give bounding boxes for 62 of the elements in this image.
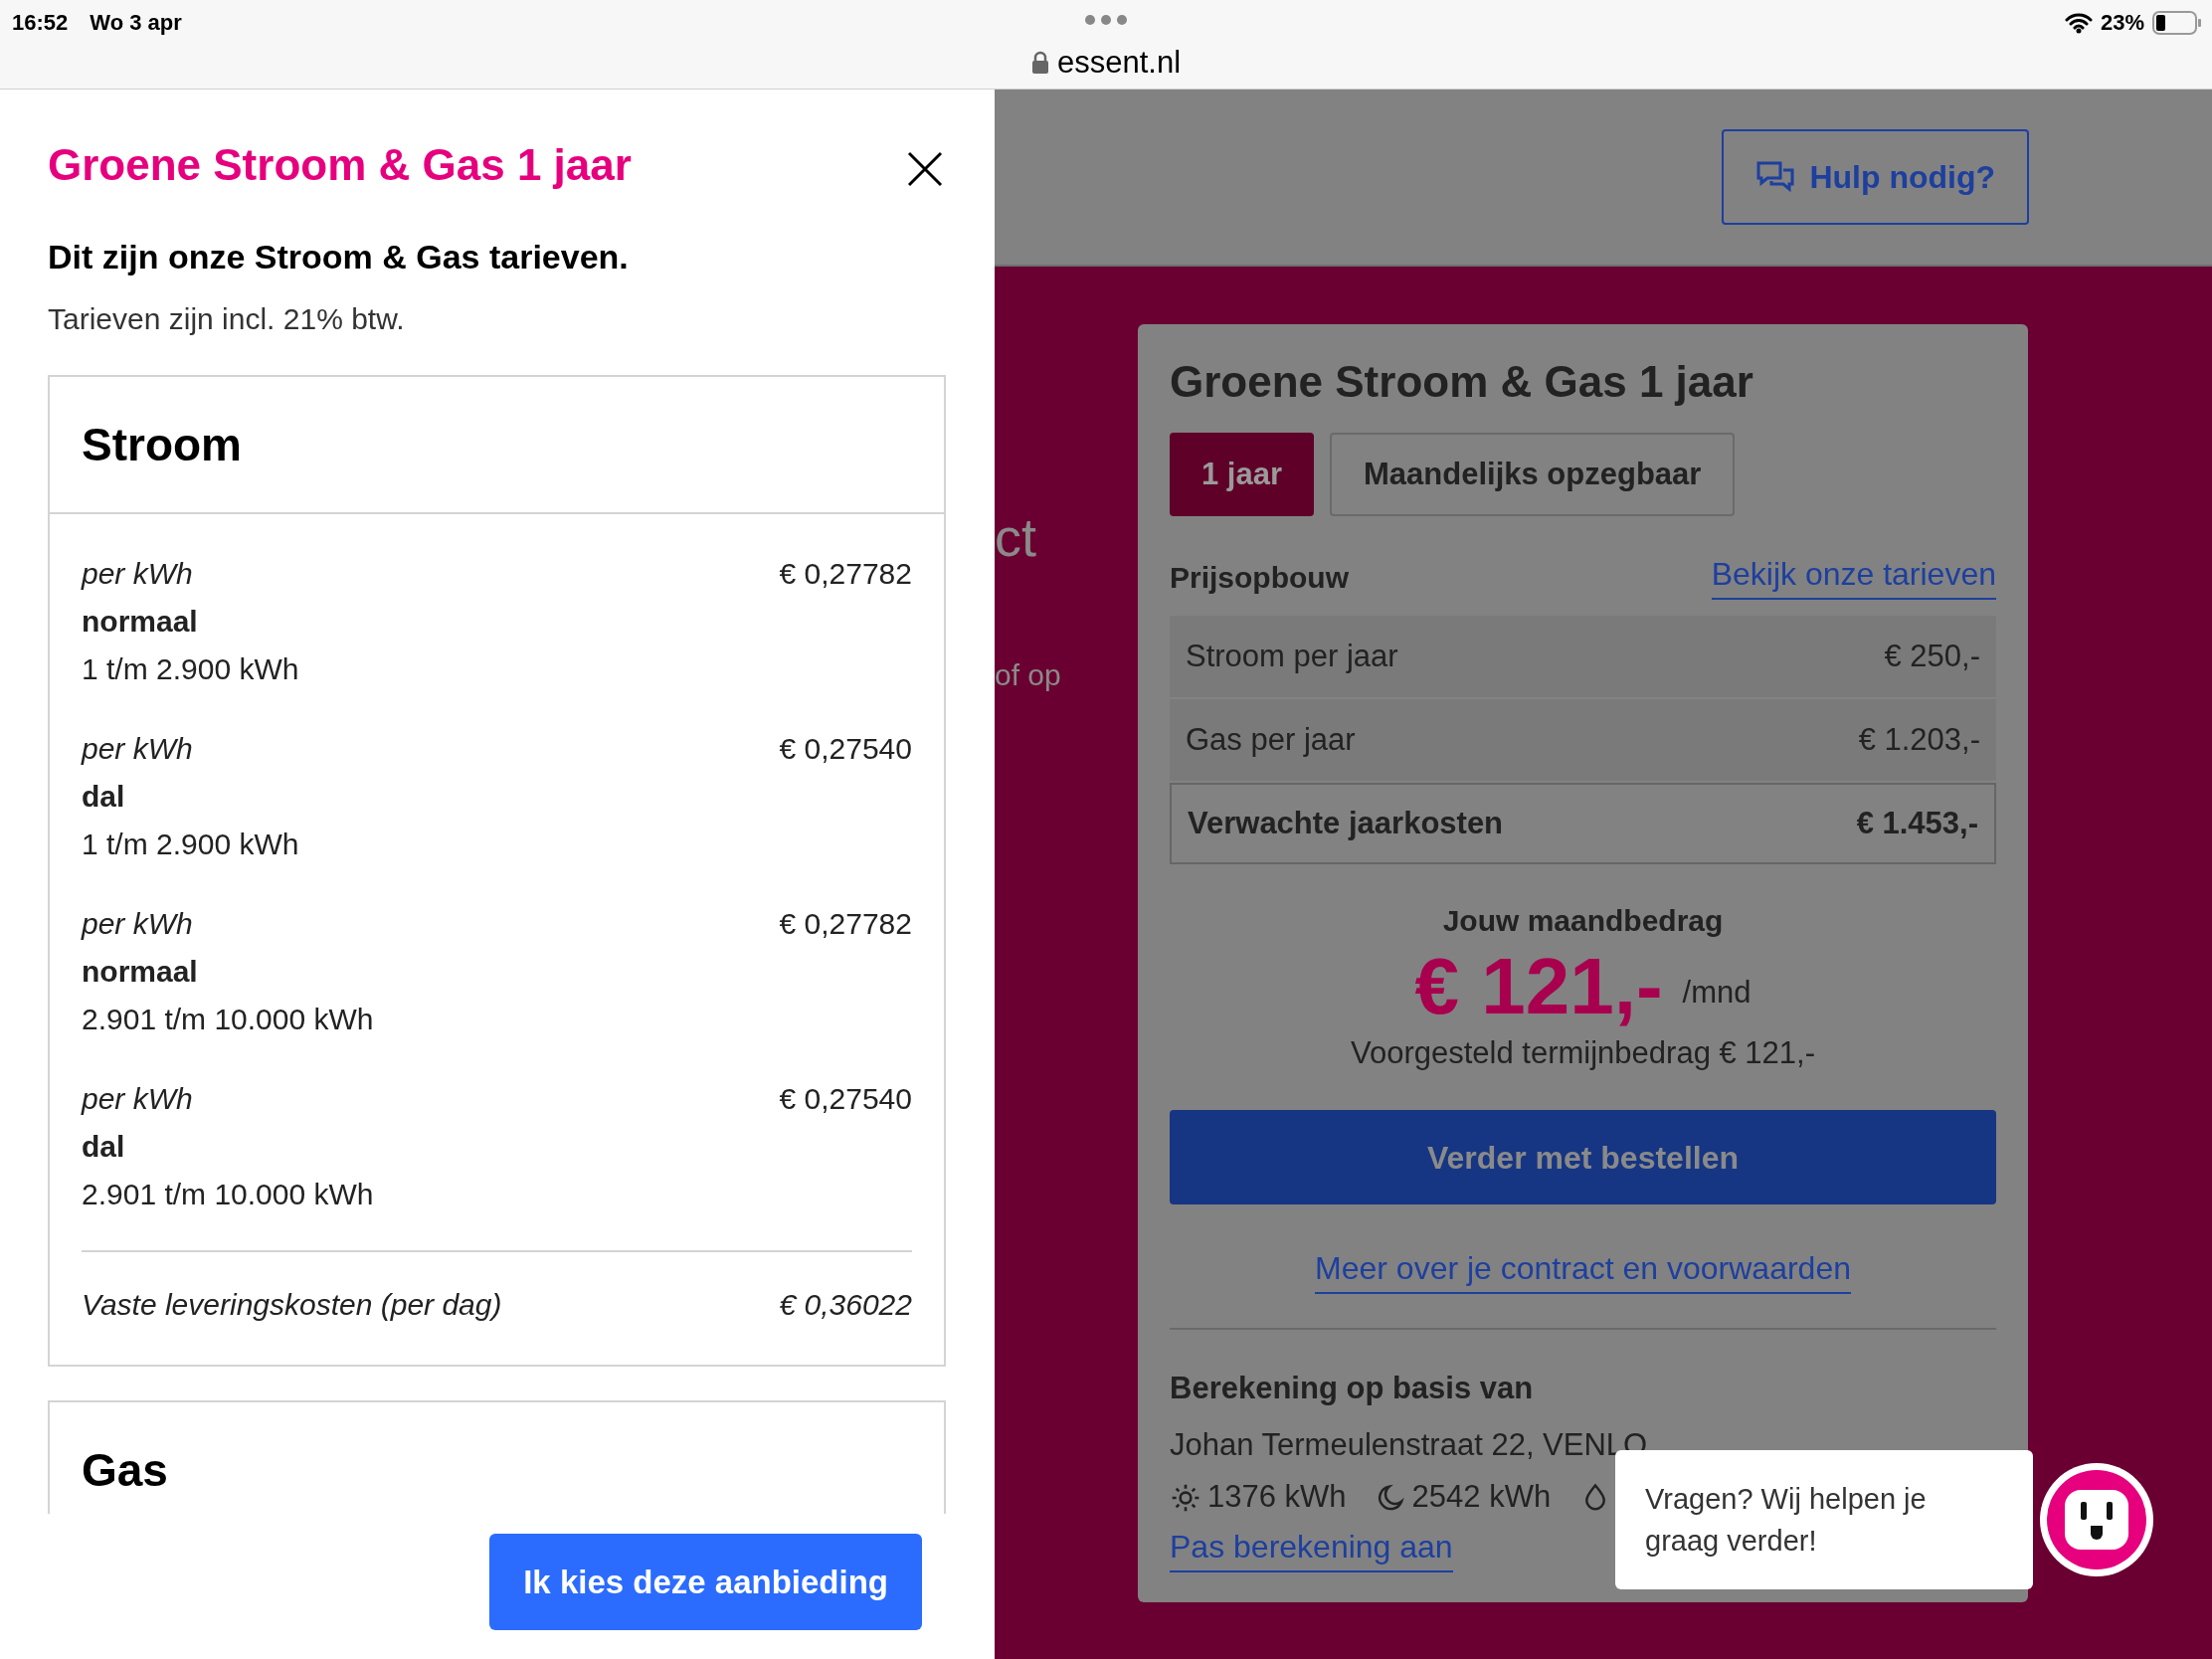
rate-price: € 0,27782 (779, 556, 912, 593)
drawer-title: Groene Stroom & Gas 1 jaar (48, 139, 632, 191)
more-dots-icon[interactable] (1084, 14, 1128, 26)
tariffs-link[interactable]: Bekijk onze tarieven (1711, 549, 1996, 600)
calc-title: Berekening op basis van (1170, 1370, 1534, 1408)
fixed-cost-price: € 0,36022 (779, 1287, 912, 1324)
row-label: Gas per jaar (1186, 720, 1356, 759)
row-value: € 1.203,- (1858, 720, 1980, 759)
rate-unit: per kWh (82, 556, 194, 593)
rate-price: € 0,27540 (779, 1081, 912, 1118)
suggested-amount: Voorgesteld termijnbedrag € 121,- (1351, 1033, 1815, 1072)
battery-percent: 23% (2100, 9, 2144, 37)
wifi-icon (2064, 11, 2093, 34)
rate-type: normaal (82, 604, 199, 641)
usage-value: 2542 kWh (1411, 1478, 1552, 1517)
outlet-mascot-icon[interactable] (2037, 1460, 2156, 1579)
status-date: Wo 3 apr (90, 9, 182, 37)
usage-value: 1376 kWh (1207, 1478, 1347, 1517)
section-title: Stroom (82, 417, 243, 472)
rate-unit: per kWh (82, 906, 194, 943)
hero-text: of op (995, 657, 1061, 693)
tariff-heading: Dit zijn onze Stroom & Gas tarieven. (48, 236, 630, 277)
close-button[interactable] (905, 149, 945, 189)
url-text[interactable]: essent.nl (1056, 40, 1182, 87)
contract-link[interactable]: Meer over je contract en voorwaarden (1315, 1244, 1851, 1295)
chat-bubbles-icon (1755, 160, 1796, 194)
section-title: Gas (82, 1443, 169, 1499)
row-label: Verwachte jaarkosten (1188, 804, 1504, 842)
row-value: € 1.453,- (1856, 804, 1978, 842)
hero-text: ct (995, 506, 1036, 569)
rate-range: 1 t/m 2.900 kWh (82, 651, 299, 688)
rate-price: € 0,27782 (779, 906, 912, 943)
rate-price: € 0,27540 (779, 731, 912, 768)
duration-tab[interactable]: Maandelijks opzegbaar (1330, 432, 1736, 516)
clock-time: 16:52 (12, 9, 69, 37)
rate-type: dal (82, 1129, 126, 1166)
choose-offer-button[interactable]: Ik kies deze aanbieding (489, 1534, 922, 1630)
moon-icon (1376, 1482, 1406, 1513)
row-value: € 250,- (1884, 637, 1980, 675)
help-button[interactable]: Hulp nodig? (1722, 129, 2029, 225)
fixed-cost-label: Vaste leveringskosten (per dag) (82, 1287, 502, 1324)
adjust-link[interactable]: Pas berekening aan (1170, 1522, 1453, 1572)
rate-type: dal (82, 779, 126, 816)
breakdown-title: Prijsopbouw (1170, 559, 1349, 596)
duration-tab[interactable]: 1 jaar (1170, 432, 1314, 516)
vat-note: Tarieven zijn incl. 21% btw. (48, 300, 406, 337)
rate-unit: per kWh (82, 1081, 194, 1118)
rate-range: 1 t/m 2.900 kWh (82, 827, 299, 863)
rate-range: 2.901 t/m 10.000 kWh (82, 1177, 374, 1213)
row-label: Stroom per jaar (1186, 637, 1398, 675)
rate-unit: per kWh (82, 731, 194, 768)
rate-range: 2.901 t/m 10.000 kWh (82, 1002, 374, 1038)
card-title: Groene Stroom & Gas 1 jaar (1170, 356, 1754, 408)
rate-type: normaal (82, 954, 199, 991)
monthly-label: Jouw maandbedrag (1442, 902, 1724, 939)
battery-icon (2152, 10, 2202, 35)
monthly-amount: € 121,- (1414, 942, 1663, 1030)
chat-message: Vragen? Wij helpen je graag verder! (1645, 1482, 1928, 1559)
chat-bubble[interactable]: Vragen? Wij helpen je graag verder! (1615, 1450, 2033, 1589)
order-button[interactable]: Verder met bestellen (1170, 1110, 1996, 1205)
monthly-unit: /mnd (1682, 974, 1751, 1013)
lock-icon (1030, 51, 1049, 76)
